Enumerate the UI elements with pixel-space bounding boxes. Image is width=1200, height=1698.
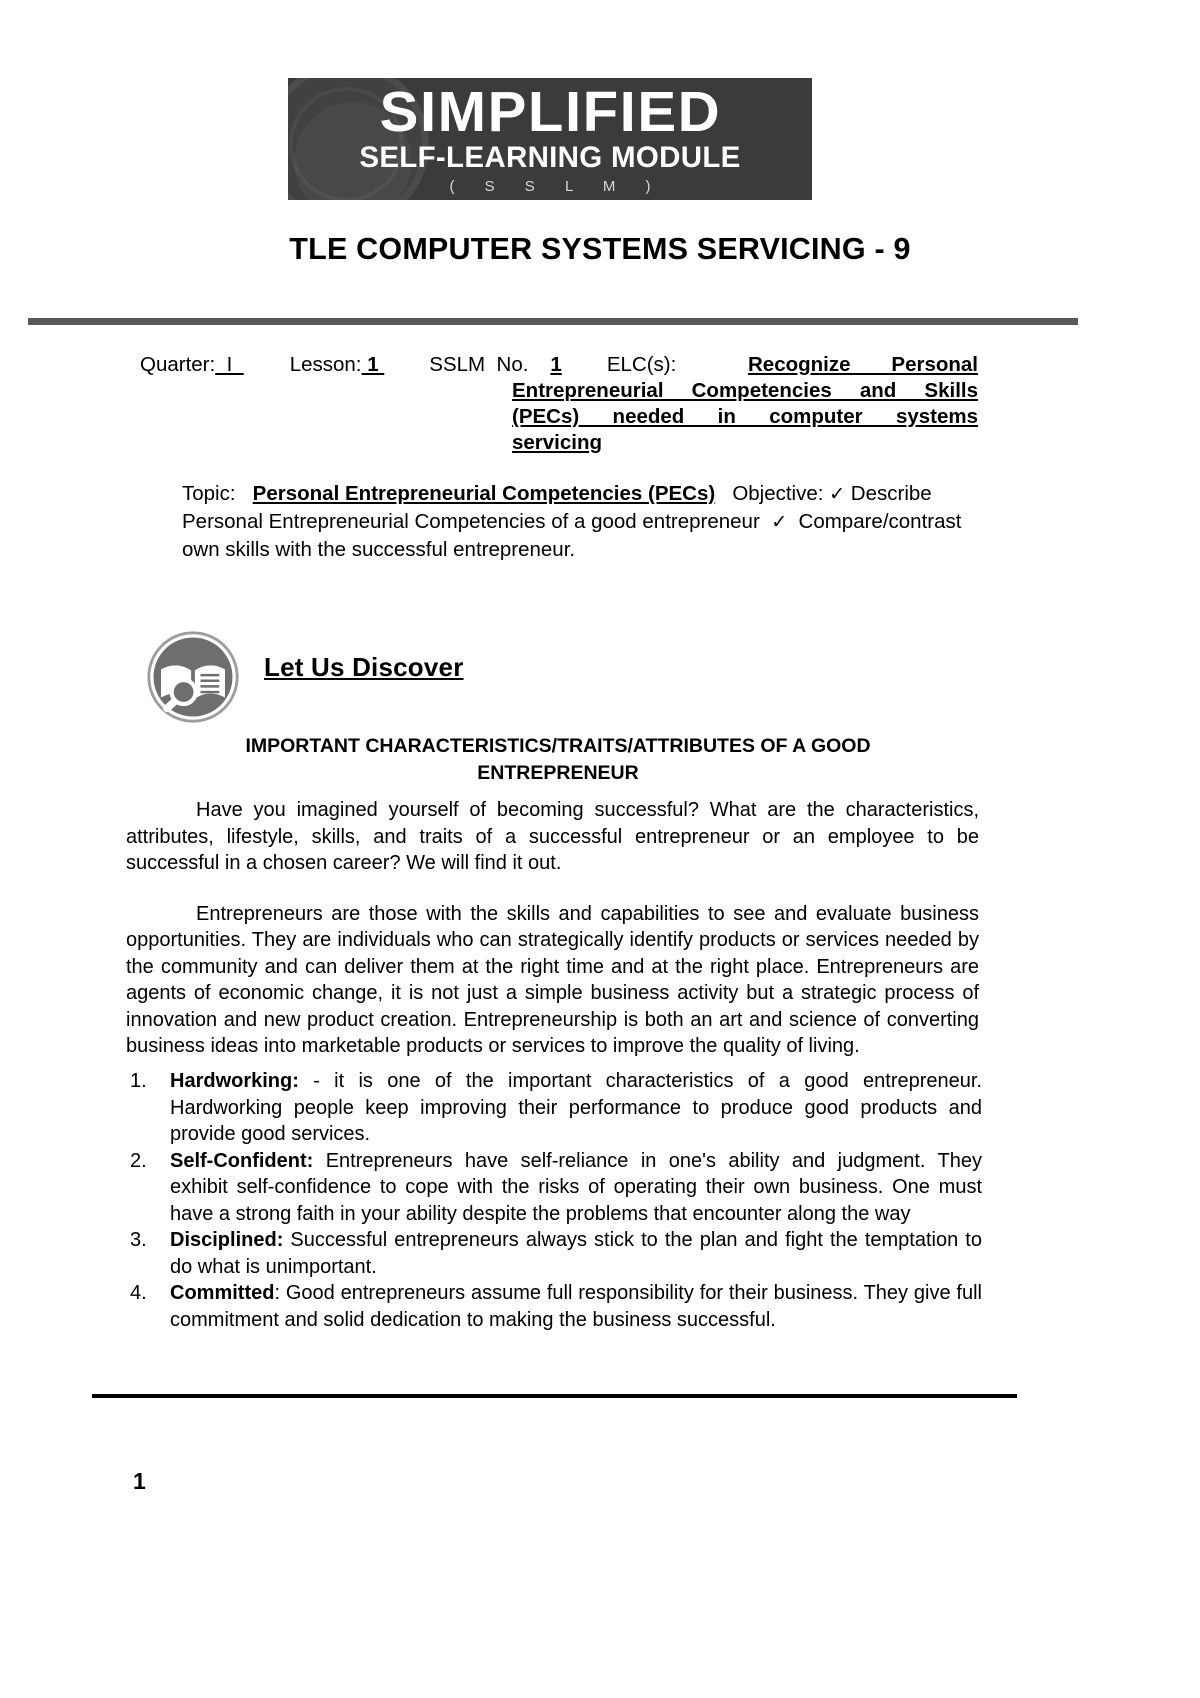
title-divider bbox=[28, 318, 1078, 325]
trait-term: Committed bbox=[170, 1282, 275, 1304]
paragraph-1: Have you imagined yourself of becoming s… bbox=[126, 799, 979, 874]
footer-divider bbox=[92, 1394, 1017, 1398]
banner-title-simplified: SIMPLIFIED bbox=[379, 79, 721, 144]
traits-list: 1. Hardworking: - it is one of the import… bbox=[126, 1068, 982, 1333]
body-text: Have you imagined yourself of becoming s… bbox=[126, 797, 979, 1060]
list-marker: 4. bbox=[130, 1282, 147, 1304]
page-number: 1 bbox=[133, 1468, 146, 1494]
list-marker: 1. bbox=[130, 1070, 147, 1092]
check-icon-2: ✓ bbox=[771, 512, 788, 533]
topic-objective-block: Topic: Personal Entrepreneurial Competen… bbox=[182, 480, 982, 563]
document-page: SIMPLIFIED SELF-LEARNING MODULE ( S S L … bbox=[0, 0, 1200, 1698]
list-marker: 3. bbox=[130, 1229, 147, 1251]
lesson-label: Lesson: bbox=[289, 353, 362, 376]
banner-acronym: ( S S L M ) bbox=[449, 178, 664, 196]
list-item: 3. Disciplined: Successful entrepreneurs … bbox=[126, 1227, 982, 1280]
quarter-value: I bbox=[215, 353, 244, 376]
elc-line-4: servicing bbox=[512, 431, 603, 454]
page-title: TLE COMPUTER SYSTEMS SERVICING - 9 bbox=[289, 232, 911, 266]
list-item: 4. Committed: Good entrepreneurs assume f… bbox=[126, 1280, 982, 1333]
content-heading-line-2: ENTREPRENEUR bbox=[477, 762, 639, 784]
banner-subtitle-module: SELF-LEARNING MODULE bbox=[359, 140, 741, 174]
objective-label: Objective: bbox=[732, 482, 824, 505]
elc-text-column: Recognize Personal Entrepreneurial Compe… bbox=[512, 352, 978, 456]
sslm-banner: SIMPLIFIED SELF-LEARNING MODULE ( S S L … bbox=[288, 78, 812, 200]
topic-label: Topic: bbox=[182, 482, 236, 505]
book-magnifier-icon bbox=[146, 630, 240, 724]
trait-term: Hardworking: bbox=[170, 1070, 299, 1092]
list-marker: 2. bbox=[130, 1149, 147, 1172]
quarter-label: Quarter: bbox=[140, 353, 216, 376]
trait-term: Disciplined: bbox=[170, 1229, 284, 1251]
section-title-let-us-discover: Let Us Discover bbox=[264, 652, 464, 682]
module-meta: Quarter: I Lesson: 1 SSLM No. 1 ELC(s): … bbox=[140, 352, 978, 454]
list-item: 2. Self-Confident: Entrepreneurs have sel… bbox=[126, 1148, 982, 1228]
content-heading: IMPORTANT CHARACTERISTICS/TRAITS/ATTRIBU… bbox=[128, 733, 988, 787]
trait-text: : Good entrepreneurs assume full respons… bbox=[170, 1282, 982, 1331]
list-item: 1. Hardworking: - it is one of the import… bbox=[126, 1068, 982, 1148]
elc-line-3: (PECs) needed in computer systems bbox=[512, 405, 978, 428]
paragraph-2: Entrepreneurs are those with the skills … bbox=[126, 902, 979, 1058]
topic-value: Personal Entrepreneurial Competencies (P… bbox=[252, 482, 716, 505]
trait-term: Self-Confident: bbox=[170, 1149, 314, 1172]
lesson-value: 1 bbox=[361, 353, 385, 376]
elc-line-1: Recognize Personal bbox=[748, 353, 978, 376]
elc-line-2: Entrepreneurial Competencies and Skills bbox=[512, 379, 978, 402]
check-icon-1: ✓ bbox=[829, 484, 846, 505]
trait-text: Successful entrepreneurs always stick to… bbox=[170, 1229, 982, 1278]
content-heading-line-1: IMPORTANT CHARACTERISTICS/TRAITS/ATTRIBU… bbox=[245, 735, 871, 757]
